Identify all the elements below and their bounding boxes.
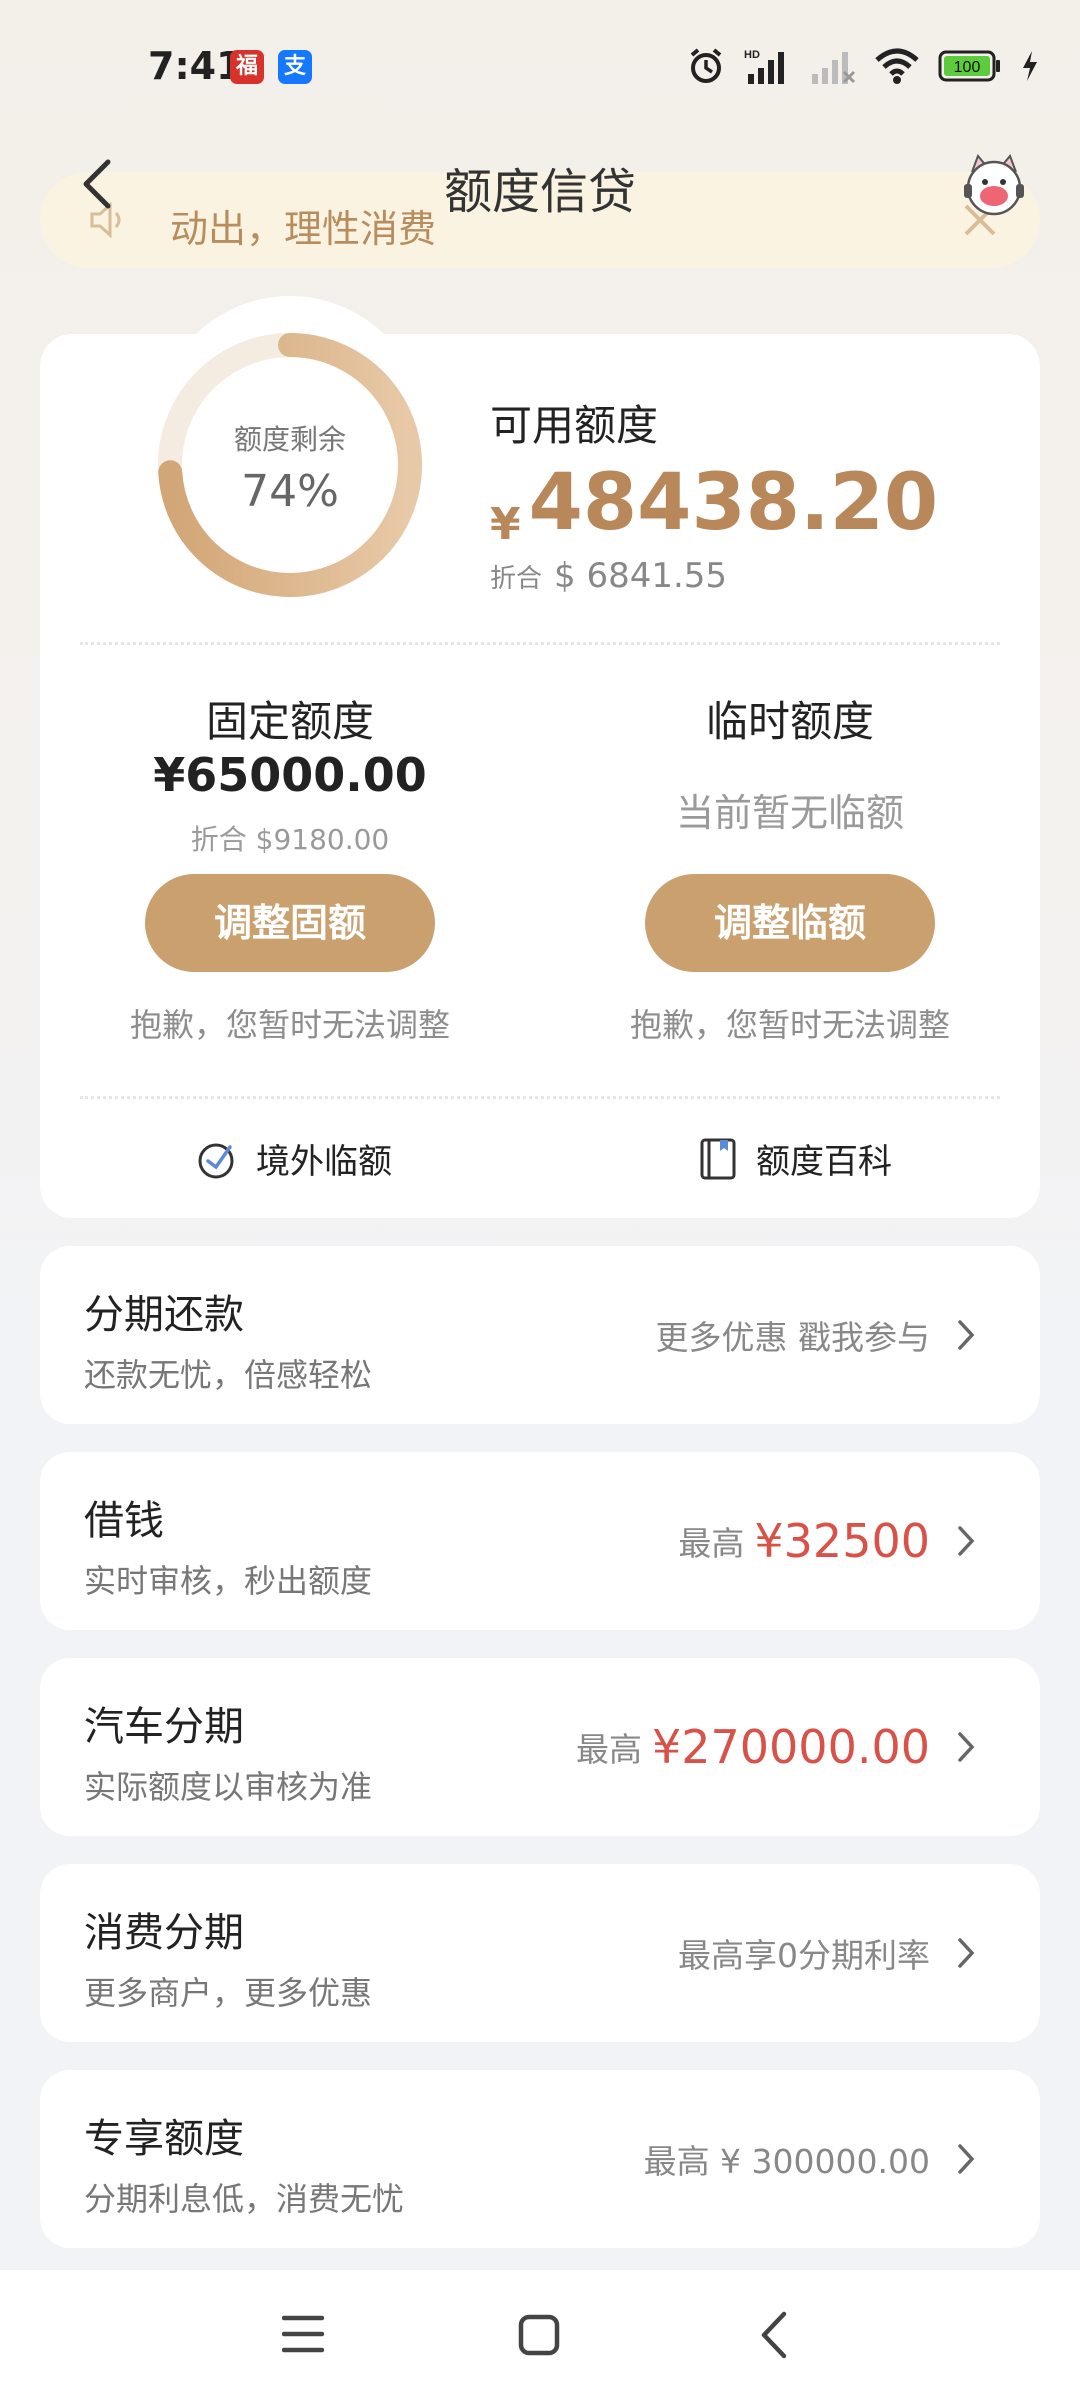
divider [80,642,1000,645]
service-subtitle: 更多商户，更多优惠 [84,1974,373,2012]
usd-label: 折合 [490,564,543,594]
service-right: 更多优惠 戳我参与 [656,1246,931,1424]
svg-text:100: 100 [954,59,981,76]
menu-icon[interactable] [282,2314,324,2354]
service-subtitle: 还款无忧，倍感轻松 [84,1356,373,1394]
chevron-right-icon [958,1320,975,1350]
service-right-amount: ¥270000.00 [651,1720,930,1774]
charging-icon [1023,51,1037,81]
system-nav-bar [0,2270,1080,2400]
service-right: 最高 ¥32500 [678,1452,930,1630]
status-bar: 7:41 福 支 HD 100 [0,0,1080,130]
home-icon[interactable] [518,2314,560,2356]
available-amount: ¥48438.20 [490,458,938,550]
adjust-fixed-button[interactable]: 调整固额 [145,874,435,972]
installment-repayment-card[interactable]: 分期还款 还款无忧，倍感轻松 更多优惠 戳我参与 [40,1246,1040,1424]
car-installment-card[interactable]: 汽车分期 实际额度以审核为准 最高 ¥270000.00 [40,1658,1040,1836]
battery-icon: 100 [938,50,1000,82]
page-title: 额度信贷 [443,164,636,220]
service-right-text: 更多优惠 戳我参与 [655,1318,931,1357]
credit-wiki-link[interactable]: 额度百科 [696,1134,892,1183]
status-time: 7:41 [148,44,243,88]
alipay-notification-icon: 支 [278,50,312,84]
available-usd: 折合 $ 6841.55 [490,556,727,596]
service-subtitle: 实时审核，秒出额度 [84,1562,373,1600]
service-title: 分期还款 [84,1292,244,1338]
service-right: 最高 ¥270000.00 [576,1658,930,1836]
divider [80,1096,1000,1099]
temporary-none-text: 当前暂无临额 [675,791,904,835]
nav-back-icon[interactable] [756,2310,792,2360]
service-right-prefix: 最高 [575,1730,642,1769]
signal-2-icon [812,52,856,84]
wifi-icon [875,48,919,84]
service-title: 借钱 [84,1498,164,1544]
service-title: 汽车分期 [84,1704,244,1750]
service-right: 最高享0分期利率 [678,1864,930,2042]
usd-value: $ 6841.55 [554,556,728,596]
ring-percent: 74% [241,466,339,517]
signal-icon: HD [744,49,784,84]
service-subtitle: 分期利息低，消费无忧 [84,2180,405,2218]
mascot-icon[interactable] [958,150,1030,222]
credit-wiki-label: 额度百科 [756,1142,892,1182]
service-right-prefix: 最高 [678,1524,745,1563]
remaining-ring-chart [158,333,422,597]
service-right-text: 最高享0分期利率 [678,1936,930,1975]
service-title: 专享额度 [84,2116,244,2162]
chevron-right-icon [958,1732,975,1762]
app-notification-icon: 福 [230,50,264,84]
overseas-icon [198,1143,234,1178]
chevron-right-icon [958,2144,975,2174]
available-label: 可用额度 [490,401,659,450]
consumer-installment-card[interactable]: 消费分期 更多商户，更多优惠 最高享0分期利率 [40,1864,1040,2042]
temporary-note: 抱歉，您暂时无法调整 [629,1006,950,1044]
temporary-title: 临时额度 [705,697,874,746]
available-amount-value: 48438.20 [528,458,939,548]
currency-symbol: ¥ [490,499,521,550]
alarm-icon [690,48,722,83]
status-icons: HD 100 [686,46,1040,86]
fixed-note: 抱歉，您暂时无法调整 [129,1006,450,1044]
overseas-credit-label: 境外临额 [256,1142,392,1182]
service-right: 最高 ¥ 300000.00 [644,2070,930,2248]
chevron-right-icon [958,1526,975,1556]
adjust-temporary-button[interactable]: 调整临额 [645,874,935,972]
borrow-card[interactable]: 借钱 实时审核，秒出额度 最高 ¥32500 [40,1452,1040,1630]
chevron-right-icon [958,1938,975,1968]
exclusive-credit-card[interactable]: 专享额度 分期利息低，消费无忧 最高 ¥ 300000.00 [40,2070,1040,2248]
service-subtitle: 实际额度以审核为准 [84,1768,373,1806]
overseas-credit-link[interactable]: 境外临额 [196,1134,392,1183]
service-title: 消费分期 [84,1910,244,1956]
service-right-amount: ¥32500 [754,1514,930,1568]
fixed-usd: 折合 $9180.00 [190,823,390,856]
book-icon [700,1138,736,1179]
fixed-amount: ¥65000.00 [153,748,427,802]
ring-label: 额度剩余 [233,423,346,456]
fixed-title: 固定额度 [205,697,374,746]
page-header: 额度信贷 [0,130,1080,240]
service-right-text: 最高 ¥ 300000.00 [643,2142,930,2181]
svg-text:HD: HD [744,49,760,61]
